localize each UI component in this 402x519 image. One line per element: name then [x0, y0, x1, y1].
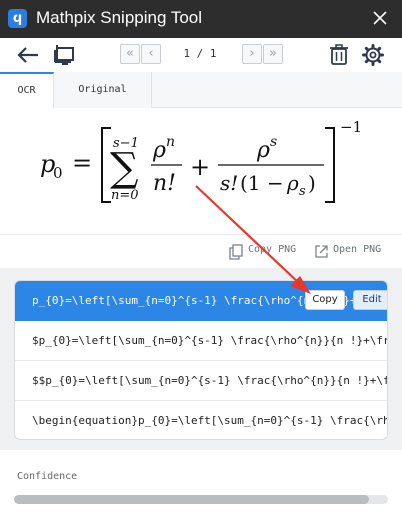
next-page-button[interactable]: ›	[242, 44, 262, 64]
toolbar: « ‹ 1 / 1 › »	[0, 38, 402, 72]
results-panel: p_{0}=\left[\sum_{n=0}^{s-1} \frac{\rho^…	[0, 268, 402, 450]
confidence-bar	[14, 495, 388, 504]
result-row-equation[interactable]: \begin{equation}p_{0}=\left[\sum_{n=0}^{…	[15, 401, 387, 439]
left-arrow-icon[interactable]	[16, 45, 40, 65]
edit-button[interactable]: Edit	[353, 290, 387, 310]
first-page-button[interactable]: «	[120, 44, 140, 64]
chevron-left-icon: ‹	[148, 46, 154, 61]
copy-icon[interactable]	[229, 244, 243, 260]
svg-text:∑: ∑	[110, 145, 139, 191]
open-png-button[interactable]: Open PNG	[333, 244, 381, 255]
result-row-display[interactable]: $$p_{0}=\left[\sum_{n=0}^{s-1} \frac{\rh…	[15, 361, 387, 401]
svg-text:=: =	[72, 149, 92, 177]
window-title: Mathpix Snipping Tool	[36, 8, 203, 27]
close-icon[interactable]	[370, 8, 390, 28]
confidence-fill	[14, 495, 370, 504]
double-chevron-left-icon: «	[126, 46, 134, 61]
svg-text:+: +	[190, 153, 210, 181]
svg-text:ρ: ρ	[152, 138, 166, 163]
results-list: p_{0}=\left[\sum_{n=0}^{s-1} \frac{\rho^…	[14, 280, 388, 440]
svg-text:s: s	[270, 134, 277, 150]
confidence-section: Confidence	[0, 450, 402, 519]
mathpix-logo-icon: ϥ	[8, 9, 27, 28]
svg-text:): )	[308, 171, 316, 195]
image-actions: Copy PNG Open PNG	[0, 234, 402, 268]
chevron-right-icon: ›	[249, 46, 255, 61]
new-snip-icon[interactable]	[52, 44, 76, 66]
rendered-formula: p 0 = s−1 ∑ n=0 ρ n n! + ρ s s! (1 − ρ s…	[40, 118, 362, 203]
result-text: $$p_{0}=\left[\sum_{n=0}^{s-1} \frac{\rh…	[32, 374, 387, 387]
svg-text:n!: n!	[153, 171, 176, 196]
result-text: \begin{equation}p_{0}=\left[\sum_{n=0}^{…	[32, 414, 387, 427]
result-row-inline[interactable]: $p_{0}=\left[\sum_{n=0}^{s-1} \frac{\rho…	[15, 321, 387, 361]
copy-png-button[interactable]: Copy PNG	[248, 244, 296, 255]
svg-text:s: s	[299, 184, 306, 199]
page-indicator: 1 / 1	[183, 47, 217, 60]
trash-icon[interactable]	[329, 44, 349, 66]
svg-text:ρ: ρ	[256, 138, 270, 163]
copy-button[interactable]: Copy	[305, 290, 345, 310]
last-page-button[interactable]: »	[263, 44, 283, 64]
open-external-icon[interactable]	[314, 244, 329, 259]
svg-text:s!: s!	[220, 171, 238, 195]
confidence-label: Confidence	[17, 471, 78, 482]
svg-text:(1 −: (1 −	[240, 171, 284, 195]
svg-text:0: 0	[53, 164, 63, 182]
double-chevron-right-icon: »	[269, 46, 277, 61]
gear-icon[interactable]	[362, 44, 384, 66]
formula-preview: p 0 = s−1 ∑ n=0 ρ n n! + ρ s s! (1 − ρ s…	[0, 108, 402, 234]
tab-bar: OCR Original	[0, 72, 402, 108]
title-bar: ϥ Mathpix Snipping Tool	[0, 0, 402, 38]
svg-text:ρ: ρ	[286, 171, 299, 195]
result-text: $p_{0}=\left[\sum_{n=0}^{s-1} \frac{\rho…	[32, 334, 387, 347]
svg-text:n: n	[166, 134, 175, 150]
svg-text:−1: −1	[340, 118, 362, 136]
svg-text:n=0: n=0	[111, 188, 139, 203]
prev-page-button[interactable]: ‹	[141, 44, 161, 64]
tab-original[interactable]: Original	[54, 72, 152, 108]
tab-ocr[interactable]: OCR	[0, 72, 54, 108]
